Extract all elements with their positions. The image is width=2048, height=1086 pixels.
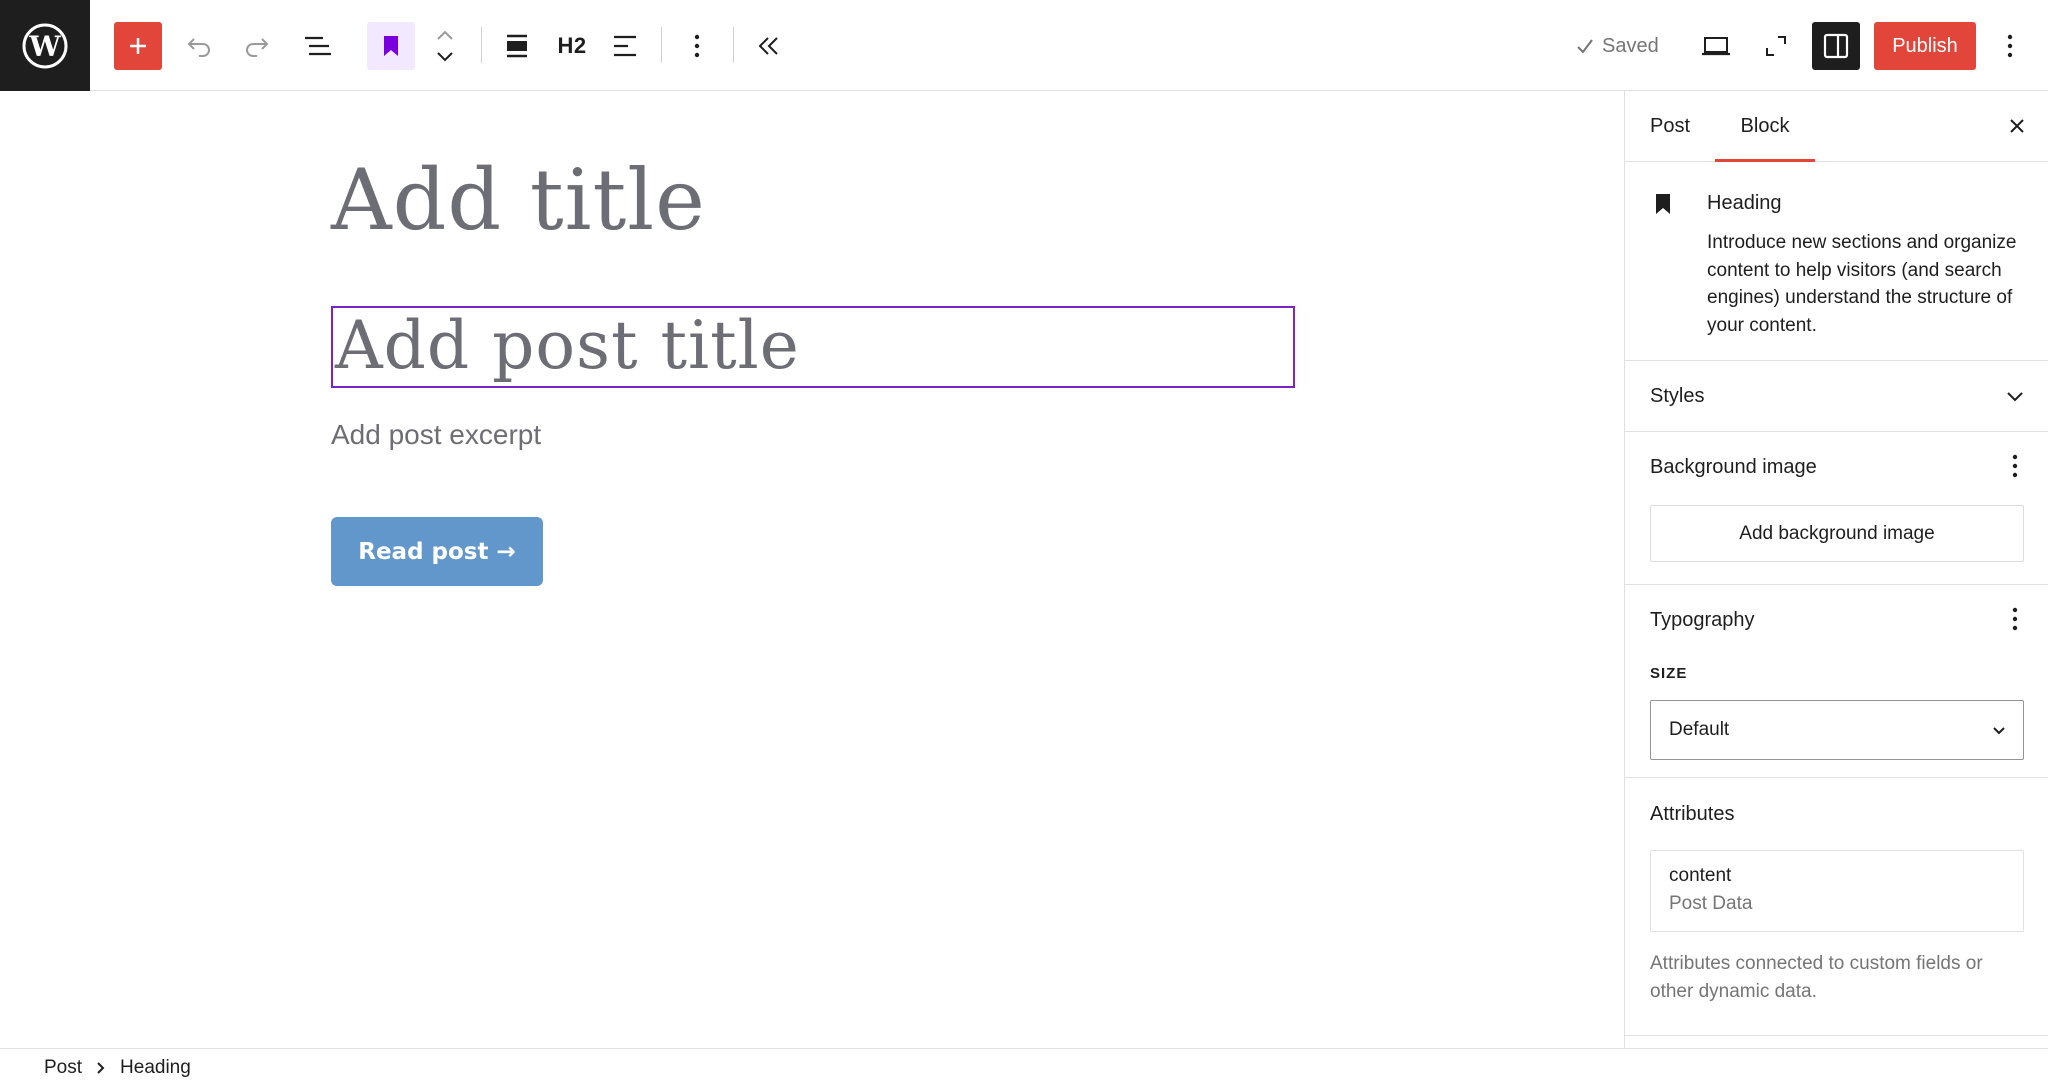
typography-options-button[interactable]: [2001, 605, 2029, 633]
chevron-right-icon: [97, 1061, 105, 1074]
align-button[interactable]: [493, 22, 541, 70]
collapse-toolbar-button[interactable]: [745, 22, 793, 70]
add-background-image-button[interactable]: Add background image: [1650, 505, 2024, 562]
chevron-double-left-icon: [758, 37, 778, 55]
bookmark-icon: [1656, 194, 1670, 214]
add-block-button[interactable]: [114, 22, 162, 70]
align-wide-icon: [507, 34, 527, 58]
breadcrumb-item-post[interactable]: Post: [44, 1057, 82, 1079]
redo-icon: [246, 38, 269, 57]
post-title-field[interactable]: Add title: [331, 151, 706, 249]
wordpress-logo-button[interactable]: W: [0, 0, 90, 91]
size-label: SIZE: [1650, 665, 1688, 682]
breadcrumb: Post Heading: [0, 1048, 2048, 1086]
fullscreen-icon: [1766, 36, 1786, 56]
attributes-help-text: Attributes connected to custom fields or…: [1650, 953, 1983, 1002]
background-image-panel: Background image Add background image: [1625, 432, 2048, 585]
options-menu-button[interactable]: [1990, 22, 2030, 70]
wordpress-logo-icon: W: [22, 23, 68, 68]
saved-label: Saved: [1602, 34, 1659, 57]
toolbar-divider: [661, 27, 662, 63]
toolbar-divider: [733, 27, 734, 63]
list-view-icon: [305, 36, 331, 56]
text-align-button[interactable]: [601, 22, 649, 70]
sidebar-tabs: Post Block: [1625, 91, 2048, 162]
settings-sidebar: Post Block Heading Introduce new section…: [1624, 91, 2048, 1048]
font-size-value: Default: [1669, 719, 1730, 740]
preview-button[interactable]: [1692, 22, 1740, 70]
block-card-title: Heading: [1707, 192, 1782, 214]
plus-icon: [130, 38, 146, 54]
check-icon: [1577, 39, 1593, 54]
bookmark-icon: [384, 36, 398, 56]
desktop-preview-icon: [1702, 37, 1730, 56]
more-vertical-icon: [2012, 607, 2018, 631]
chevron-down-icon[interactable]: [435, 51, 455, 63]
styles-panel-title: Styles: [1650, 385, 1705, 407]
heading-level-button[interactable]: H2: [548, 22, 596, 70]
read-post-button[interactable]: Read post →: [331, 517, 543, 586]
heading-level-label: H2: [557, 33, 587, 58]
redo-button[interactable]: [233, 22, 281, 70]
more-vertical-icon: [2012, 454, 2018, 478]
settings-toggle-button[interactable]: [1812, 22, 1860, 70]
close-icon: [2010, 119, 2024, 133]
tab-block[interactable]: Block: [1715, 91, 1815, 162]
typography-panel-title: Typography: [1650, 609, 1755, 631]
block-type-button[interactable]: [367, 22, 415, 70]
editor-canvas: Add title Add post title Add post excerp…: [0, 91, 1624, 1048]
block-card: Heading Introduce new sections and organ…: [1625, 162, 2048, 361]
heading-block-text[interactable]: Add post title: [335, 310, 800, 382]
attribute-name: content: [1669, 865, 1732, 886]
styles-panel[interactable]: Styles: [1625, 361, 2048, 432]
attribute-binding-item[interactable]: content Post Data: [1650, 850, 2024, 932]
more-vertical-icon: [2007, 34, 2013, 58]
breadcrumb-item-heading[interactable]: Heading: [120, 1057, 191, 1079]
publish-button[interactable]: Publish: [1874, 22, 1976, 70]
typography-panel: Typography SIZE Default: [1625, 585, 2048, 778]
block-options-button[interactable]: [673, 22, 721, 70]
editor-header: W H2 Saved Publish: [0, 0, 2048, 91]
block-card-description: Introduce new sections and organize cont…: [1707, 232, 2017, 336]
background-image-options-button[interactable]: [2001, 452, 2029, 480]
background-image-panel-title: Background image: [1650, 456, 1817, 478]
close-sidebar-button[interactable]: [1997, 106, 2037, 146]
fullscreen-button[interactable]: [1752, 22, 1800, 70]
svg-text:W: W: [28, 30, 61, 63]
chevron-down-icon: [2007, 392, 2023, 402]
more-vertical-icon: [694, 34, 700, 58]
saved-status: Saved: [1576, 22, 1659, 70]
sidebar-icon: [1823, 33, 1849, 59]
move-block-controls: [424, 22, 466, 70]
document-overview-button[interactable]: [294, 22, 342, 70]
font-size-select[interactable]: Default: [1650, 700, 2024, 760]
attributes-panel-title: Attributes: [1650, 803, 1735, 825]
chevron-down-icon: [1993, 727, 2005, 735]
align-left-icon: [614, 35, 636, 57]
heading-block[interactable]: Add post title: [331, 306, 1295, 388]
undo-icon: [187, 38, 210, 57]
post-excerpt[interactable]: Add post excerpt: [331, 419, 541, 451]
tab-post[interactable]: Post: [1650, 91, 1690, 162]
attributes-panel: Attributes content Post Data Attributes …: [1625, 778, 2048, 1036]
chevron-up-icon[interactable]: [435, 29, 455, 41]
attribute-source: Post Data: [1669, 893, 1753, 914]
toolbar-divider: [481, 27, 482, 63]
undo-button[interactable]: [175, 22, 223, 70]
styles-toggle[interactable]: [2001, 383, 2029, 411]
